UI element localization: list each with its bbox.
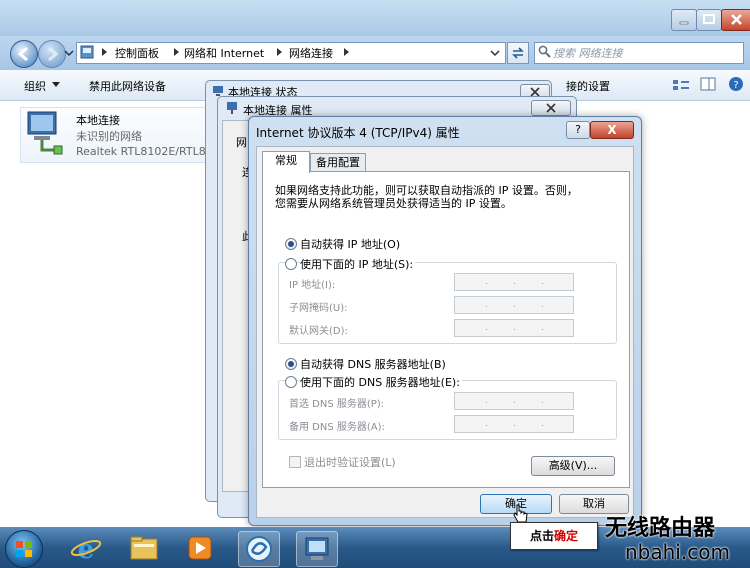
tab-alternate-config[interactable]: 备用配置 <box>310 153 366 172</box>
properties-fragment-text: 网 <box>236 136 247 149</box>
taskbar-app[interactable] <box>238 531 280 567</box>
watermark-url: nbahi.com <box>625 540 730 564</box>
validate-on-exit-checkbox[interactable] <box>289 456 301 468</box>
subnet-mask-label: 子网掩码(U): <box>289 303 348 314</box>
close-icon <box>731 14 742 25</box>
ip-address-label: IP 地址(I): <box>289 280 336 291</box>
back-button[interactable] <box>10 40 38 68</box>
disable-device-button[interactable]: 禁用此网络设备 <box>89 78 166 94</box>
connection-settings-button[interactable]: 接的设置 <box>566 78 610 94</box>
dialog-title: Internet 协议版本 4 (TCP/IPv4) 属性 <box>256 126 460 140</box>
svg-text:?: ? <box>733 80 738 91</box>
auto-dns-radio[interactable] <box>285 358 297 370</box>
connection-device: Realtek RTL8102E/RTL8 <box>76 145 206 158</box>
forward-button[interactable] <box>38 40 66 68</box>
change-view-button[interactable] <box>671 77 693 93</box>
close-icon <box>546 103 556 113</box>
chevron-down-icon <box>52 82 60 88</box>
search-placeholder: 搜索 网络连接 <box>553 47 623 60</box>
taskbar-explorer[interactable] <box>124 531 164 565</box>
callout-prefix: 点击 <box>529 529 554 543</box>
start-button[interactable] <box>5 530 43 568</box>
network-adapter-icon <box>24 110 64 156</box>
breadcrumb-control-panel[interactable]: 控制面板 <box>115 45 159 61</box>
chevron-down-icon <box>490 50 500 57</box>
instruction-callout: 点击确定 <box>510 522 598 550</box>
manual-dns-label[interactable]: 使用下面的 DNS 服务器地址(E): <box>300 374 462 390</box>
arrow-left-icon <box>17 46 28 62</box>
callout-highlight: 确定 <box>554 529 579 543</box>
taskbar-internet-explorer[interactable]: e <box>66 531 106 565</box>
subnet-mask-field[interactable]: ... <box>454 296 574 314</box>
arrow-right-icon <box>48 46 59 62</box>
taskbar-media-player[interactable] <box>180 531 220 565</box>
maximize-icon <box>703 14 715 24</box>
app-swirl-icon <box>246 536 272 562</box>
preferred-dns-field[interactable]: ... <box>454 392 574 410</box>
breadcrumb-separator-icon <box>343 47 351 57</box>
minimize-icon <box>679 21 689 25</box>
preview-pane-icon <box>700 77 716 91</box>
manual-ip-label[interactable]: 使用下面的 IP 地址(S): <box>300 256 416 272</box>
history-dropdown[interactable] <box>64 48 74 58</box>
auto-ip-radio[interactable] <box>285 238 297 250</box>
preview-pane-button[interactable] <box>699 76 717 92</box>
maximize-button[interactable] <box>696 9 722 31</box>
network-icon <box>226 101 238 115</box>
refresh-icon <box>512 47 524 59</box>
preferred-dns-label: 首选 DNS 服务器(P): <box>289 399 385 410</box>
advanced-button[interactable]: 高级(V)... <box>531 456 615 476</box>
windows-logo-icon <box>16 541 32 557</box>
breadcrumb-separator-icon <box>173 47 181 57</box>
taskbar-network-connections[interactable] <box>296 531 338 567</box>
help-button[interactable]: ? <box>727 76 745 92</box>
alternate-dns-label: 备用 DNS 服务器(A): <box>289 422 385 433</box>
breadcrumb-network-internet[interactable]: 网络和 Internet <box>184 45 264 61</box>
auto-ip-label[interactable]: 自动获得 IP 地址(O) <box>300 236 400 252</box>
help-icon: ? <box>729 77 743 91</box>
auto-dns-label[interactable]: 自动获得 DNS 服务器地址(B) <box>300 356 446 372</box>
control-panel-icon <box>80 45 94 59</box>
window-close-button[interactable] <box>721 9 750 31</box>
connection-status: 未识别的网络 <box>76 130 142 143</box>
ip-address-field[interactable]: ... <box>454 273 574 291</box>
validate-on-exit-label: 退出时验证设置(L) <box>304 456 396 469</box>
connection-name: 本地连接 <box>76 114 120 127</box>
view-options-icon <box>673 80 689 90</box>
manual-dns-radio[interactable] <box>285 376 297 388</box>
network-connections-icon <box>305 537 329 560</box>
alternate-dns-field[interactable]: ... <box>454 415 574 433</box>
watermark-title: 无线路由器 <box>605 515 716 541</box>
default-gateway-label: 默认网关(D): <box>289 326 348 337</box>
properties-dialog-close-button[interactable] <box>531 100 571 116</box>
manual-ip-radio[interactable] <box>285 258 297 270</box>
refresh-button[interactable] <box>507 42 529 64</box>
default-gateway-field[interactable]: ... <box>454 319 574 337</box>
breadcrumb-network-connections[interactable]: 网络连接 <box>289 45 333 61</box>
address-dropdown[interactable] <box>490 48 500 58</box>
media-player-icon <box>188 536 212 560</box>
breadcrumb-separator-icon <box>276 47 284 57</box>
folder-icon <box>130 536 158 560</box>
description-line-2: 您需要从网络系统管理员处获得适当的 IP 设置。 <box>275 197 512 210</box>
search-icon <box>538 45 551 58</box>
breadcrumb-separator-icon <box>101 47 109 57</box>
dialog-help-button[interactable]: ? <box>566 121 590 139</box>
dialog-close-button[interactable]: X <box>590 121 634 139</box>
internet-explorer-icon: e <box>70 535 102 565</box>
explorer-titlebar <box>0 0 750 36</box>
chevron-down-icon <box>64 50 74 57</box>
minimize-button[interactable] <box>671 9 697 31</box>
organize-menu[interactable]: 组织 <box>24 78 46 94</box>
tab-general[interactable]: 常规 <box>262 151 310 173</box>
